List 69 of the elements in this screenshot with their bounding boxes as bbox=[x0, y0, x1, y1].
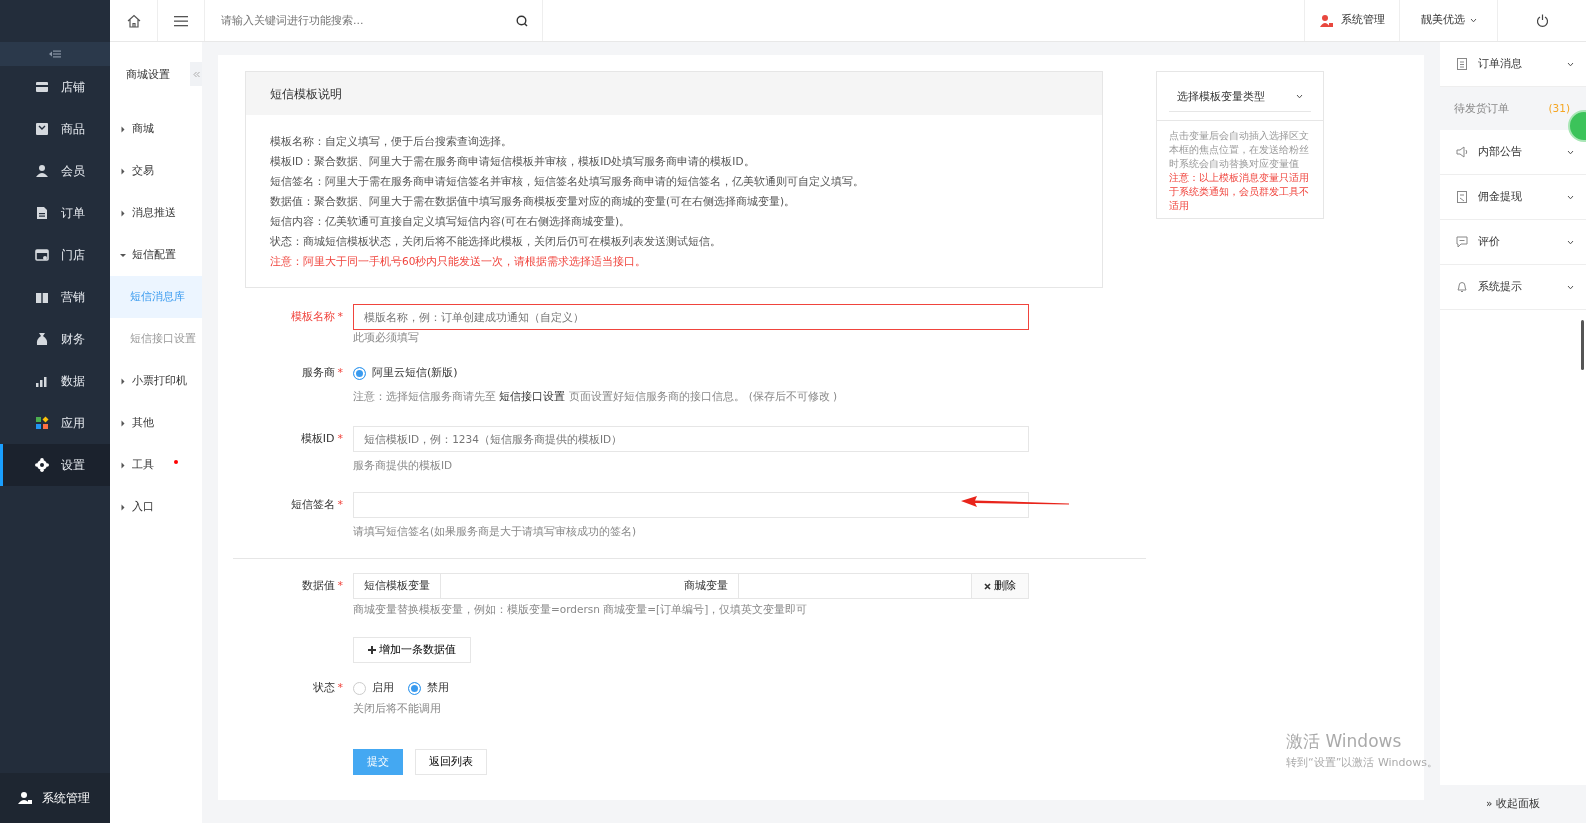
menu-group[interactable]: 交易 bbox=[110, 150, 202, 192]
text-field[interactable]: 模版名称，例：订单创建成功通知（自定义） bbox=[353, 304, 1029, 330]
nav-item[interactable]: 财务 bbox=[0, 318, 110, 360]
select-dropdown[interactable]: 选择模板变量类型 bbox=[1169, 82, 1311, 112]
nav-item[interactable]: 订单 bbox=[0, 192, 110, 234]
radio-option[interactable]: 禁用 bbox=[408, 679, 449, 697]
menu-group[interactable]: 其他 bbox=[110, 402, 202, 444]
warning-text: (保存后不可修改 ) bbox=[748, 389, 838, 404]
count-label: (31) bbox=[1548, 100, 1570, 116]
hint-text: 注意：选择短信服务商请先至 短信接口设置 页面设置好短信服务商的接口信息。 bbox=[353, 389, 745, 404]
nav-item[interactable]: 店铺 bbox=[0, 66, 110, 108]
error-message: 此项必须填写 bbox=[353, 330, 420, 344]
panel-title: 短信模板说明 bbox=[246, 72, 1102, 115]
notice-line: 短信内容：亿美软通可直接自定义填写短信内容(可在右侧选择商城变量)。 bbox=[270, 214, 632, 229]
delete-button[interactable]: 删除 bbox=[971, 573, 1029, 599]
hint-text: 请填写短信签名(如果服务商是大于请填写审核成功的签名) bbox=[353, 524, 638, 539]
radio-option[interactable]: 阿里云短信(新版) bbox=[353, 364, 458, 382]
notice-line: 模板名称：自定义填写，便于后台搜索查询选择。 bbox=[270, 134, 513, 149]
menu-group[interactable]: 商城 bbox=[110, 108, 202, 150]
input-label: 短信模板变量 bbox=[353, 573, 441, 599]
nav-item[interactable]: 应用 bbox=[0, 402, 110, 444]
nav-item[interactable]: 会员 bbox=[0, 150, 110, 192]
panel-section[interactable]: 系统提示 bbox=[1440, 265, 1586, 310]
activation-text: 转到“设置”以激活 Windows。 bbox=[1286, 754, 1438, 771]
notice-line: 模板ID：聚合数据、阿里大于需在服务商申请短信模板并审核，模板ID处填写服务商申请的模板ID。 bbox=[270, 154, 756, 169]
add-button[interactable]: 增加一条数据值 bbox=[353, 637, 471, 663]
back-button[interactable]: 返回列表 bbox=[415, 749, 487, 775]
menu-group[interactable]: 消息推送 bbox=[110, 192, 202, 234]
field-label: 模板名称 bbox=[290, 310, 335, 323]
field-label: 状态 bbox=[312, 681, 335, 694]
hint-text: 服务商提供的模板ID bbox=[353, 458, 454, 473]
warning-text: 仅填英文变量即可 bbox=[719, 602, 808, 617]
nav-item[interactable]: 营销 bbox=[0, 276, 110, 318]
required-mark: * bbox=[337, 579, 343, 592]
required-mark: * bbox=[337, 366, 343, 379]
field-label: 服务商 bbox=[301, 366, 335, 379]
required-mark: * bbox=[337, 310, 343, 323]
panel-section[interactable]: 佣金提现 bbox=[1440, 175, 1586, 220]
menu-group[interactable]: 工具 bbox=[110, 444, 202, 486]
nav-item[interactable]: 商品 bbox=[0, 108, 110, 150]
hint-text: 关闭后将不能调用 bbox=[353, 701, 442, 715]
field-label: 数据值 bbox=[301, 579, 335, 592]
input-label: 商城变量 bbox=[673, 573, 739, 599]
notice-line: 数据值：聚合数据、阿里大于需在数据值中填写服务商模板变量对应的商城的变量(可在右侧选择商城变量)。 bbox=[270, 194, 797, 209]
nav-item[interactable]: 门店 bbox=[0, 234, 110, 276]
radio-option[interactable]: 启用 bbox=[353, 679, 394, 697]
hint-text: 商城变量替换模板变量，例如：模版变量=ordersn 商城变量=[订单编号]， bbox=[353, 602, 720, 617]
activation-title: 激活 Windows bbox=[1286, 730, 1403, 753]
field-label: 模板ID bbox=[300, 432, 335, 445]
notice-line: 注意：阿里大于同一手机号60秒内只能发送一次，请根据需求选择适当接口。 bbox=[270, 254, 648, 269]
notice-line: 状态：商城短信模板状态，关闭后将不能选择此模板，关闭后仍可在模板列表发送测试短信。 bbox=[270, 234, 722, 249]
required-mark: * bbox=[337, 681, 343, 694]
collapse-panel-link[interactable]: » 收起面板 bbox=[1440, 785, 1586, 823]
required-mark: * bbox=[337, 498, 343, 511]
store-menu[interactable]: 靓美优选 bbox=[1400, 0, 1498, 41]
hint-text: 点击变量后会自动插入选择区文本框的焦点位置，在发送给粉丝时系统会自动替换对应变量值 bbox=[1169, 129, 1310, 171]
menu-group[interactable]: 短信配置 bbox=[110, 234, 202, 276]
required-mark: * bbox=[337, 432, 343, 445]
nav-item[interactable]: 设置 bbox=[0, 444, 110, 486]
warning-text: 注意：以上模板消息变量只适用于系统类通知，会员群发工具不适用 bbox=[1169, 171, 1310, 213]
menu-title: 商城设置 bbox=[126, 66, 171, 83]
panel-section[interactable]: 评价 bbox=[1440, 220, 1586, 265]
menu-group[interactable]: 入口 bbox=[110, 486, 202, 528]
field-label: 短信签名 bbox=[290, 498, 335, 511]
notice-line: 短信签名：阿里大于需在服务商申请短信签名并审核，短信签名处填写服务商申请的短信签名，亿美软通则可自定义填写。 bbox=[270, 174, 865, 189]
menu-group[interactable]: 小票打印机 bbox=[110, 360, 202, 402]
admin-menu[interactable]: 系统管理 bbox=[1305, 0, 1400, 41]
nav-item[interactable]: 数据 bbox=[0, 360, 110, 402]
admin-footer[interactable]: 系统管理 bbox=[0, 773, 110, 823]
